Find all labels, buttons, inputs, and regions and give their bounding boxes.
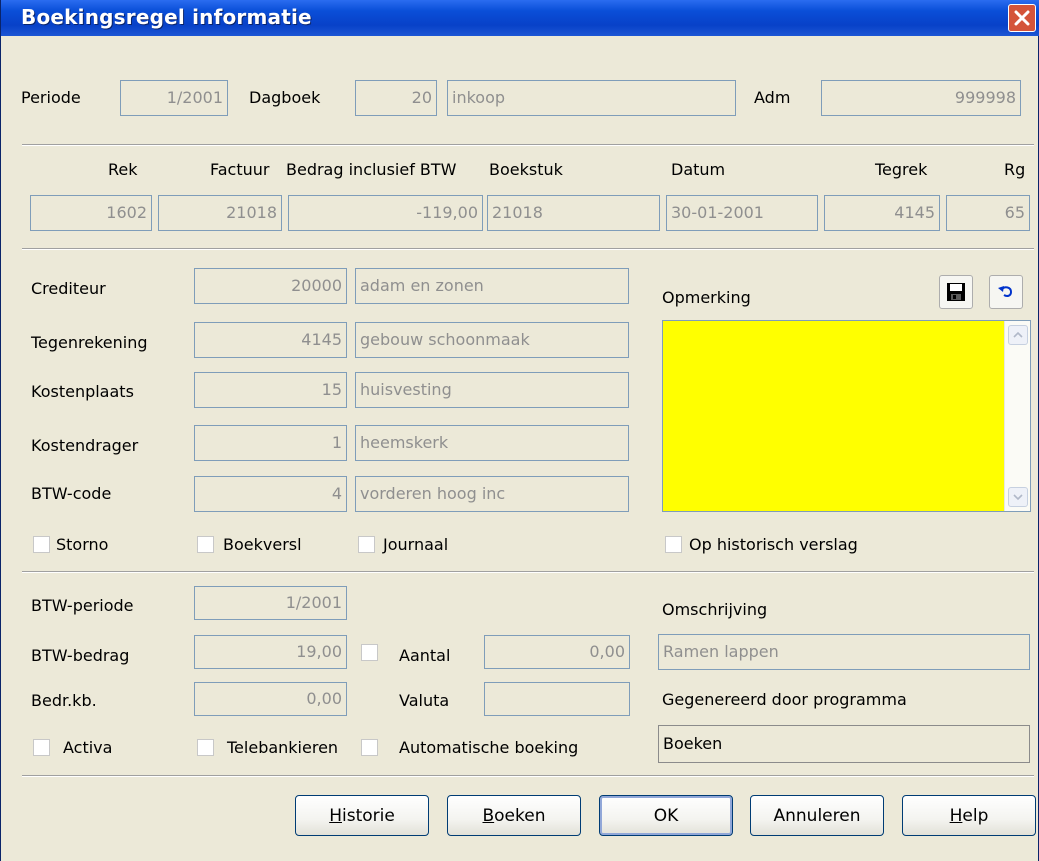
aantal-field[interactable]: 0,00	[484, 635, 630, 669]
btw-bedrag-label: BTW-bedrag	[31, 646, 130, 665]
dagboek-name-field[interactable]: inkoop	[447, 80, 736, 116]
annuleren-button[interactable]: Annuleren	[750, 795, 884, 836]
title-bar[interactable]: Boekingsregel informatie	[1, 0, 1039, 36]
storno-label: Storno	[56, 535, 109, 554]
opmerking-memo[interactable]	[662, 320, 1031, 512]
help-button-accel: H	[949, 805, 963, 826]
automatische-label: Automatische boeking	[399, 738, 579, 757]
opmerking-label: Opmerking	[662, 288, 751, 307]
periode-field[interactable]: 1/2001	[120, 80, 228, 116]
tegrek-field[interactable]: 4145	[824, 195, 940, 231]
rek-field[interactable]: 1602	[30, 195, 152, 231]
crediteur-code-field[interactable]: 20000	[194, 268, 347, 304]
omschrijving-label: Omschrijving	[662, 600, 768, 619]
rg-field[interactable]: 65	[946, 195, 1030, 231]
tegenrekening-code-field[interactable]: 4145	[194, 322, 347, 358]
column-datum: Datum	[671, 160, 726, 179]
aantal-label: Aantal	[399, 646, 451, 665]
window-title: Boekingsregel informatie	[21, 5, 312, 29]
boeken-button-label: oeken	[494, 805, 546, 826]
tegenrekening-label: Tegenrekening	[31, 333, 148, 352]
omschrijving-field[interactable]: Ramen lappen	[658, 634, 1030, 670]
activa-checkbox[interactable]	[33, 739, 50, 756]
dagboek-label: Dagboek	[249, 88, 321, 107]
memo-scrollbar[interactable]	[1004, 321, 1030, 511]
separator	[22, 248, 1034, 250]
undo-icon	[998, 286, 1013, 297]
scroll-up-button[interactable]	[1008, 325, 1028, 345]
btw-periode-field[interactable]: 1/2001	[194, 586, 347, 620]
btwcode-name-field[interactable]: vorderen hoog inc	[355, 476, 629, 512]
historisch-checkbox[interactable]	[665, 536, 682, 553]
column-tegrek: Tegrek	[875, 160, 928, 179]
boeken-button[interactable]: Boeken	[447, 795, 581, 836]
btw-bedrag-field[interactable]: 19,00	[194, 635, 347, 669]
activa-label: Activa	[63, 738, 113, 757]
journaal-label: Journaal	[383, 535, 449, 554]
factuur-field[interactable]: 21018	[158, 195, 282, 231]
save-icon	[947, 283, 965, 301]
dialog-window: Boekingsregel informatie Periode 1/2001 …	[0, 0, 1039, 861]
bedrkb-field[interactable]: 0,00	[194, 682, 347, 716]
btwcode-label: BTW-code	[31, 484, 112, 503]
crediteur-label: Crediteur	[31, 279, 106, 298]
separator	[22, 571, 1034, 573]
separator	[22, 775, 1034, 777]
help-button-label: elp	[962, 805, 989, 826]
btwcode-code-field[interactable]: 4	[194, 476, 347, 512]
bedrkb-label: Bedr.kb.	[31, 691, 97, 710]
help-button[interactable]: Help	[902, 795, 1036, 836]
historie-button[interactable]: Historie	[295, 795, 429, 836]
kostendrager-label: Kostendrager	[31, 436, 139, 455]
boeken-button-accel: B	[482, 805, 495, 826]
periode-label: Periode	[21, 88, 81, 107]
column-boekstuk: Boekstuk	[489, 160, 563, 179]
kostenplaats-label: Kostenplaats	[31, 382, 134, 401]
boekversl-checkbox[interactable]	[197, 536, 214, 553]
gegenereerd-field[interactable]: Boeken	[658, 725, 1030, 763]
chevron-up-icon	[1013, 331, 1023, 338]
btw-periode-label: BTW-periode	[31, 596, 134, 615]
historie-button-label: istorie	[341, 805, 395, 826]
gegenereerd-label: Gegenereerd door programma	[662, 690, 907, 709]
boekstuk-field[interactable]: 21018	[487, 195, 660, 231]
valuta-label: Valuta	[399, 691, 450, 710]
annuleren-button-label: Annuleren	[773, 805, 861, 826]
chevron-down-icon	[1013, 494, 1023, 501]
save-button[interactable]	[939, 275, 973, 309]
column-bedrag: Bedrag inclusief BTW	[286, 160, 457, 179]
kostendrager-name-field[interactable]: heemskerk	[355, 425, 629, 461]
datum-field[interactable]: 30-01-2001	[666, 195, 818, 231]
telebankieren-label: Telebankieren	[227, 738, 339, 757]
column-rek: Rek	[108, 160, 138, 179]
tegenrekening-name-field[interactable]: gebouw schoonmaak	[355, 322, 629, 358]
kostenplaats-name-field[interactable]: huisvesting	[355, 372, 629, 408]
separator	[22, 144, 1034, 146]
scroll-down-button[interactable]	[1008, 487, 1028, 507]
bedrag-field[interactable]: -119,00	[288, 195, 483, 231]
close-button[interactable]	[1008, 4, 1036, 32]
undo-button[interactable]	[989, 275, 1023, 309]
ok-button-label: OK	[653, 805, 679, 826]
column-factuur: Factuur	[210, 160, 270, 179]
aantal-checkbox[interactable]	[361, 644, 378, 661]
column-rg: Rg	[1004, 160, 1026, 179]
storno-checkbox[interactable]	[33, 536, 50, 553]
adm-field[interactable]: 999998	[821, 80, 1021, 116]
boekversl-label: Boekversl	[223, 535, 302, 554]
kostendrager-code-field[interactable]: 1	[194, 425, 347, 461]
valuta-field[interactable]	[484, 682, 630, 716]
kostenplaats-code-field[interactable]: 15	[194, 372, 347, 408]
adm-label: Adm	[754, 88, 791, 107]
telebankieren-checkbox[interactable]	[197, 739, 214, 756]
dagboek-code-field[interactable]: 20	[355, 80, 437, 116]
ok-button[interactable]: OK	[599, 795, 733, 836]
historisch-label: Op historisch verslag	[689, 535, 858, 554]
automatische-checkbox[interactable]	[361, 739, 378, 756]
crediteur-name-field[interactable]: adam en zonen	[355, 268, 629, 304]
historie-button-accel: H	[329, 805, 342, 826]
journaal-checkbox[interactable]	[358, 536, 375, 553]
close-icon	[1014, 10, 1030, 26]
